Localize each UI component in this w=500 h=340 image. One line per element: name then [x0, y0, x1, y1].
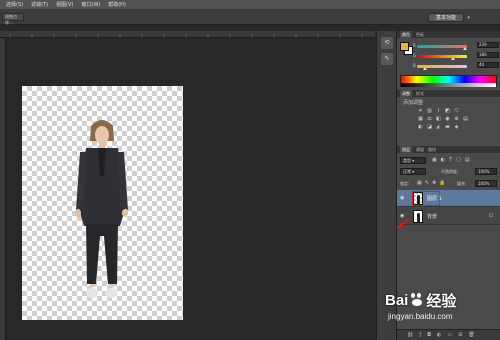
invert-icon[interactable]: ◐ — [417, 124, 424, 131]
brush-preset-icon[interactable]: ✎ — [381, 53, 393, 65]
tab-channels[interactable]: 通道 — [416, 146, 424, 153]
watermark-url: jingyan.baidu.com — [388, 312, 453, 321]
paw-logo-icon — [410, 293, 424, 307]
selective-color-icon[interactable]: ◈ — [453, 124, 460, 131]
color-lookup-icon[interactable]: ▤ — [462, 116, 469, 123]
blue-value-field[interactable]: 40 — [477, 62, 499, 68]
fill-field[interactable]: 100% — [475, 180, 497, 187]
color-panel-tabs: 颜色 色板 — [397, 31, 500, 38]
layer-name[interactable]: 背景 — [427, 213, 437, 220]
color-spectrum-bar[interactable] — [400, 75, 497, 87]
layer-filter-select[interactable]: 类型 ▾ — [400, 157, 426, 164]
layer-name[interactable]: 图层 1 — [427, 195, 442, 202]
new-layer-icon[interactable]: ⊞ — [458, 332, 462, 338]
chevron-down-icon[interactable]: ▾ — [467, 15, 470, 21]
channel-mixer-icon[interactable]: ⊕ — [453, 116, 460, 123]
layer-row[interactable]: ◉ 背景 ⊡ — [397, 208, 500, 225]
filter-adjust-icon[interactable]: ◐ — [441, 157, 445, 164]
menu-filter[interactable]: 滤镜(T) — [31, 1, 48, 8]
model-figure-image — [75, 120, 128, 298]
slider-green[interactable]: G 180 — [413, 52, 499, 60]
menu-window[interactable]: 窗口(W) — [81, 1, 100, 8]
slider-red-track[interactable] — [417, 45, 467, 48]
tab-styles[interactable]: 样式 — [416, 90, 424, 97]
lock-all-icon[interactable]: 🔒 — [439, 180, 445, 186]
foreground-color-swatch[interactable] — [400, 42, 409, 51]
filter-type-icon[interactable]: T — [449, 157, 452, 164]
refine-edge-button[interactable]: 调整边缘... — [2, 13, 24, 25]
layer-thumbnail — [413, 210, 423, 223]
posterize-icon[interactable]: ◪ — [426, 124, 433, 131]
adjust-layer-icon[interactable]: ◐ — [437, 332, 441, 338]
slider-green-thumb[interactable] — [451, 57, 455, 60]
tab-color[interactable]: 颜色 — [400, 31, 412, 38]
vibrance-icon[interactable]: ▽ — [453, 108, 460, 115]
tab-paths[interactable]: 路径 — [428, 146, 436, 153]
trash-icon[interactable]: 🗑 — [468, 332, 474, 338]
document-canvas[interactable] — [22, 86, 183, 320]
filter-smart-icon[interactable]: ▤ — [465, 157, 470, 164]
filter-pixel-icon[interactable]: ▣ — [432, 157, 437, 164]
lock-paint-icon[interactable]: ✎ — [425, 180, 429, 186]
slider-red-thumb[interactable] — [463, 47, 467, 50]
history-icon[interactable]: ⟲ — [381, 37, 393, 49]
photo-filter-icon[interactable]: ◉ — [444, 116, 451, 123]
tab-swatches[interactable]: 色板 — [416, 31, 424, 38]
mask-icon[interactable]: ◘ — [427, 332, 431, 338]
layer-thumbnail — [413, 192, 423, 205]
tab-layers[interactable]: 图层 — [400, 146, 412, 153]
lock-move-icon[interactable]: ✥ — [432, 180, 436, 186]
adjustments-hint: 添加调整 — [403, 100, 424, 106]
hue-icon[interactable]: ▦ — [417, 116, 424, 123]
threshold-icon[interactable]: ◭ — [435, 124, 442, 131]
slider-blue-thumb[interactable] — [423, 67, 427, 70]
red-value-field[interactable]: 239 — [477, 42, 499, 48]
layers-footer: ⛓ ƒ ◘ ◐ ▭ ⊞ 🗑 — [397, 329, 500, 340]
opacity-label: 不透明度: — [441, 169, 459, 174]
lock-transparent-icon[interactable]: ▦ — [417, 180, 422, 186]
adjustments-panel-tabs: 调整 样式 — [397, 90, 500, 97]
annotation-arrow — [398, 218, 410, 228]
slider-green-track[interactable] — [417, 55, 467, 58]
curves-icon[interactable]: ⌇ — [435, 108, 442, 115]
brightness-icon[interactable]: ☀ — [417, 108, 424, 115]
tab-adjustments[interactable]: 调整 — [400, 90, 412, 97]
ruler-horizontal — [0, 31, 375, 38]
visibility-eye-icon[interactable]: ◉ — [400, 195, 406, 201]
menu-help[interactable]: 帮助(H) — [108, 1, 126, 8]
blend-mode-select[interactable]: 正常 ▾ — [400, 168, 426, 175]
workspace-switcher[interactable]: 基本功能 — [428, 13, 464, 22]
menu-select[interactable]: 选择(S) — [6, 1, 23, 8]
menu-bar: 选择(S) 滤镜(T) 视图(V) 窗口(W) 帮助(H) — [0, 0, 500, 9]
gradient-map-icon[interactable]: ▬ — [444, 124, 451, 131]
options-bar — [0, 9, 500, 25]
fx-icon[interactable]: ƒ — [419, 332, 421, 338]
color-balance-icon[interactable]: ⚖ — [426, 116, 433, 123]
bw-icon[interactable]: ◧ — [435, 116, 442, 123]
layer-row[interactable]: ◉ 图层 1 — [397, 190, 500, 207]
exposure-icon[interactable]: ◩ — [444, 108, 451, 115]
ruler-ticks — [9, 34, 363, 38]
lock-icons: ▦ ✎ ✥ 🔒 — [417, 180, 445, 186]
lock-label: 锁定: — [400, 181, 410, 186]
link-icon[interactable]: ⛓ — [407, 332, 413, 338]
slider-blue[interactable]: B 40 — [413, 62, 499, 70]
fill-label: 填充: — [457, 181, 467, 186]
green-value-field[interactable]: 180 — [477, 52, 499, 58]
adjustments-icon-grid: ☀ ▥ ⌇ ◩ ▽ ▦ ⚖ ◧ ◉ ⊕ ▤ ◐ ◪ ◭ ▬ ◈ — [417, 108, 487, 131]
layer-filter-icons: ▣ ◐ T ▢ ▤ — [432, 157, 497, 164]
layer-lock-icon: ⊡ — [488, 213, 493, 219]
layers-panel-tabs: 图层 通道 路径 — [397, 146, 500, 153]
slider-red[interactable]: R 239 — [413, 42, 499, 50]
levels-icon[interactable]: ▥ — [426, 108, 433, 115]
opacity-field[interactable]: 100% — [475, 168, 497, 175]
filter-shape-icon[interactable]: ▢ — [456, 157, 461, 164]
menu-view[interactable]: 视图(V) — [56, 1, 73, 8]
watermark-logo: Bai 经验 — [385, 291, 457, 310]
group-icon[interactable]: ▭ — [447, 332, 452, 338]
